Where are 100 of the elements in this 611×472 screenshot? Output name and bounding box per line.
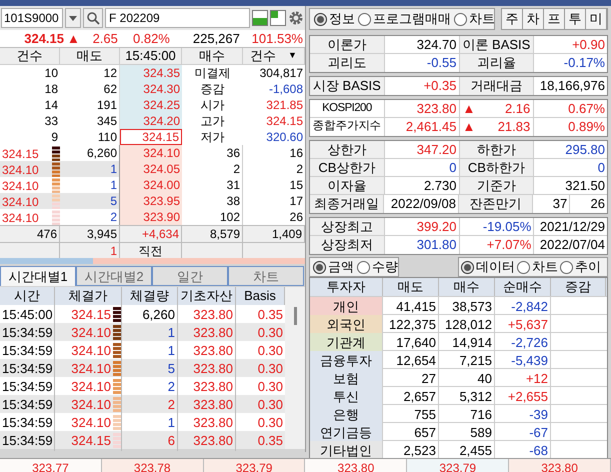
tick-price: 324.15 (1, 146, 39, 162)
menu-caret[interactable]: ▼ (288, 49, 297, 63)
status-value: 323.77 (0, 459, 102, 472)
tab[interactable]: 시간대별2 (76, 266, 152, 286)
bid-price: 323.90 (120, 209, 182, 225)
code-field[interactable]: 101S9000 (1, 8, 63, 28)
shortcut-button[interactable]: 차 (523, 9, 544, 29)
table-cell-text: 320.60 (265, 129, 304, 145)
table-cell: 716 (439, 405, 495, 424)
column-header: 증감 (551, 278, 606, 296)
table-cell-text: 14 (44, 97, 59, 113)
field-value: 321.50 (564, 177, 606, 194)
search-button[interactable] (83, 8, 103, 28)
table-cell: -39 (495, 405, 551, 424)
table-cell: 1 (60, 242, 120, 258)
radio-button[interactable]: 차트 (517, 257, 558, 277)
ask-price[interactable]: 324.25 (120, 97, 182, 113)
tick-price: 324.10 (1, 162, 39, 178)
field-value: 21.83 (498, 118, 530, 136)
name-field[interactable]: F 202209 (105, 8, 250, 28)
table-cell-text: 증감 (200, 81, 226, 97)
field-label: 상장최고 (310, 218, 385, 235)
field-label: 괴리도 (310, 54, 385, 72)
table-cell-text: 0.30 (256, 414, 284, 432)
table-cell-text: 0.35 (256, 432, 284, 450)
tab[interactable]: 시간대별1 (0, 266, 76, 286)
table-cell: 38,573 (439, 297, 495, 316)
table-cell-text: 324.10 (71, 324, 112, 342)
bid-price: 324.10 (120, 145, 182, 161)
status-value: 323.80 (509, 459, 611, 472)
investor-label: 개인 (310, 297, 383, 316)
status-value: 323.79 (407, 459, 510, 472)
shortcut-button[interactable]: 주 (502, 9, 523, 29)
table-cell: 476 (0, 225, 60, 242)
field-value: 2022/07/04 (538, 236, 606, 254)
column-header: 매도 (60, 48, 120, 65)
field-value: 301.80 (384, 236, 460, 254)
dropdown-button[interactable] (65, 8, 81, 28)
table-cell: 40 (439, 369, 495, 388)
bid-price: 324.05 (120, 161, 182, 177)
tick-price: 324.10 (1, 210, 39, 226)
table-cell-text: 시가 (200, 97, 226, 113)
row-label: 직전 (120, 242, 182, 258)
radio-button[interactable]: 수량 (357, 257, 398, 277)
investor-label: 금융투자 (310, 351, 383, 370)
settings-icon[interactable] (288, 10, 304, 26)
radio-button[interactable]: 데이터 (461, 257, 515, 277)
up-arrow: ▲ (462, 100, 476, 118)
table-cell-text: 저가 (200, 129, 226, 145)
layout-icon[interactable] (270, 10, 286, 26)
shortcut-button[interactable]: 미 (586, 9, 607, 29)
ask-price[interactable]: 324.35 (120, 65, 182, 81)
ask-price[interactable]: 324.20 (120, 113, 182, 129)
table-cell: 1,409 (243, 225, 305, 242)
radio-button[interactable]: 정보 (314, 9, 355, 29)
table-cell: 15:34:59 (0, 431, 55, 450)
shortcut-button[interactable]: 투 (565, 9, 586, 29)
table-cell: +4,634 (120, 225, 182, 242)
table-cell-text: 324.15 (71, 306, 112, 324)
volume: 225,267 (192, 30, 240, 48)
table-cell-text: 0.35 (256, 306, 284, 324)
scrollbar[interactable] (285, 287, 305, 449)
volume-ratio: 101.53% (250, 30, 303, 48)
tick-price: 324.10 (1, 178, 39, 194)
table-cell-text: 33 (44, 113, 59, 129)
field-label: 상장최저 (310, 236, 385, 254)
current-price: 324.15 (23, 30, 64, 48)
field-label: 이자율 (310, 177, 385, 194)
shortcut-button[interactable]: 프 (544, 9, 565, 29)
field-value: 0 (596, 159, 606, 176)
radio-button[interactable]: 프로그램매매 (358, 9, 451, 29)
radio-button[interactable]: 금액 (313, 257, 354, 277)
table-cell: 1 (60, 161, 120, 177)
field-value: 2021/12/29 (538, 218, 606, 235)
radio-button[interactable]: 차트 (454, 9, 495, 29)
field-value: 37 (533, 195, 570, 213)
table-cell-text: 고가 (200, 113, 226, 129)
change-rate: 0.82% (132, 30, 170, 48)
column-header: 15:45:00 (120, 48, 182, 65)
ask-price[interactable]: 324.30 (120, 81, 182, 97)
table-cell-text: 미결제 (194, 65, 232, 81)
table-cell-text: 324.15 (71, 432, 112, 450)
field-value: 26 (590, 195, 606, 213)
field-value: -0.17% (562, 54, 606, 72)
table-cell-text: 324.10 (71, 342, 112, 360)
ask-price[interactable]: 324.15 (120, 129, 182, 145)
field-label: 종합주가지수 (310, 118, 385, 136)
radio-button[interactable]: 추이 (560, 257, 601, 277)
field-label: 거래대금 (460, 77, 534, 95)
table-cell-text: 324.10 (71, 414, 112, 432)
investor-label: 보험 (310, 369, 383, 388)
field-value: 399.20 (384, 218, 460, 235)
table-cell-text: 26 (288, 209, 304, 225)
tab[interactable]: 차트 (228, 266, 304, 286)
table-cell-text: 17 (288, 193, 304, 209)
layout-icon[interactable] (252, 10, 268, 26)
tab[interactable]: 일간 (152, 266, 228, 286)
table-cell: 323.80 (178, 431, 236, 450)
tick-price: 324.10 (1, 194, 39, 210)
field-value: 18,166,976 (538, 77, 606, 95)
